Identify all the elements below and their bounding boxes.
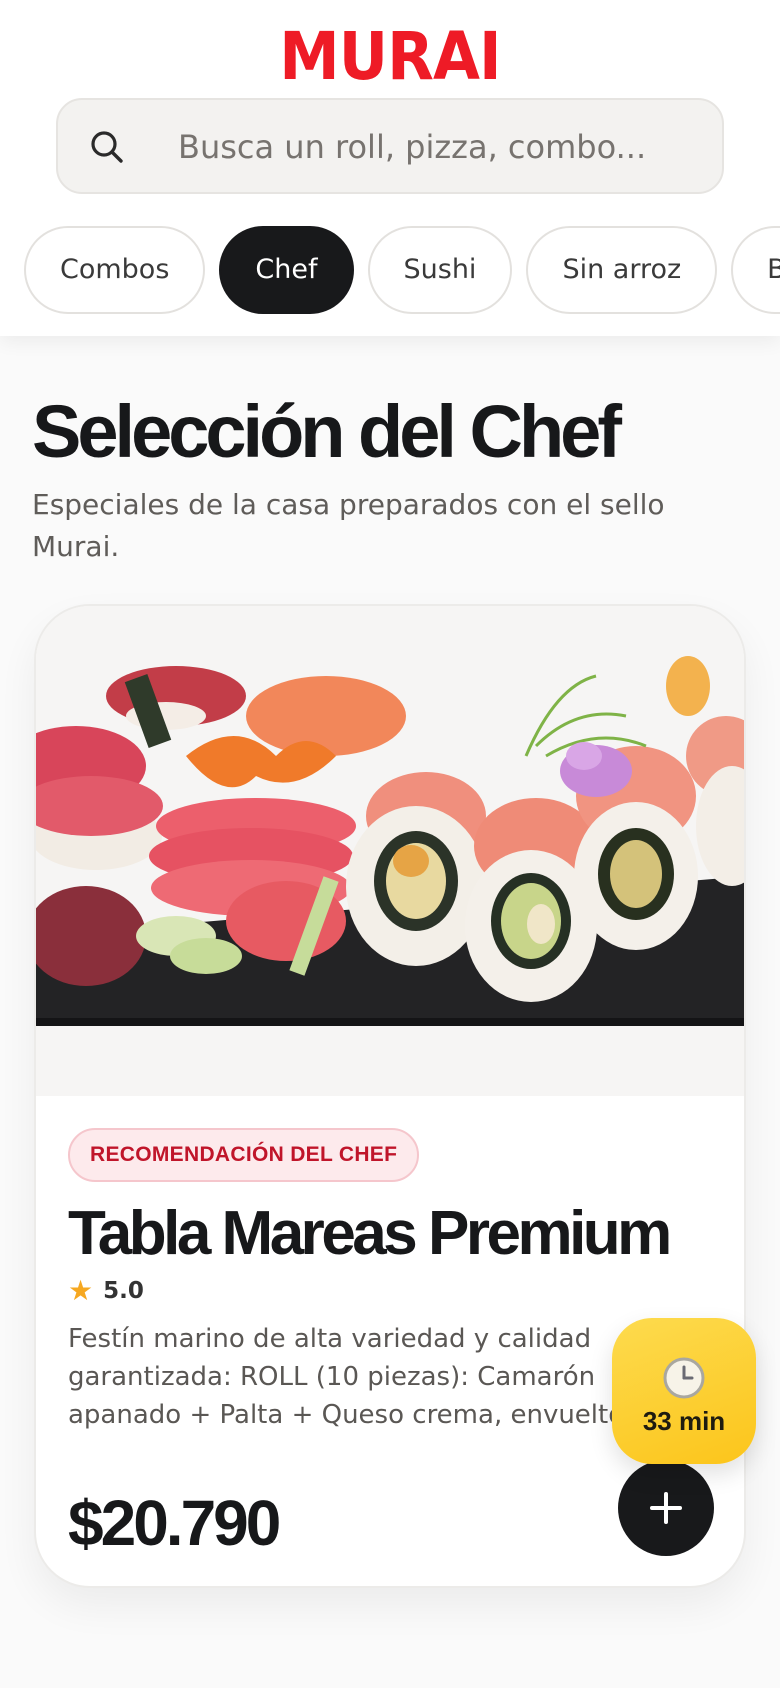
tab-sushi[interactable]: Sushi	[367, 226, 513, 314]
delivery-time-badge[interactable]: 33 min	[612, 1318, 756, 1464]
product-description: Festín marino de alta variedad y calidad…	[68, 1324, 625, 1430]
section-title: Selección del Chef	[32, 390, 622, 473]
clock-icon	[663, 1357, 705, 1399]
delivery-time: 33 min	[642, 1406, 726, 1436]
search-bar[interactable]	[56, 98, 724, 194]
add-to-cart-button[interactable]	[618, 1460, 714, 1556]
category-tabs: Combos Chef Sushi Sin arroz B	[24, 226, 780, 316]
star-icon: ★	[68, 1274, 94, 1307]
app-header: MURAI CombosChefSushiSin arrozB	[0, 0, 780, 336]
tab-sin-arroz[interactable]: Sin arroz	[526, 226, 718, 314]
product-image	[36, 606, 744, 1096]
search-input[interactable]	[178, 122, 698, 172]
product-title[interactable]: Tabla Mareas Premium	[68, 1198, 672, 1270]
product-rating: ★ 5.0	[68, 1274, 144, 1307]
chef-recommendation-badge: RECOMENDACIÓN DEL CHEF	[68, 1128, 420, 1182]
tab-combos[interactable]: Combos	[24, 226, 206, 314]
section-subtitle: Especiales de la casa preparados con el …	[32, 488, 665, 563]
brand-logo[interactable]: MURAI	[31, 22, 749, 92]
rating-value: 5.0	[103, 1277, 144, 1304]
product-price: $20.790	[68, 1487, 281, 1559]
tab-chef[interactable]: Chef	[219, 226, 354, 314]
plus-icon	[650, 1492, 682, 1524]
sushi-platter-illustration	[36, 606, 744, 1096]
tab-partial[interactable]: B	[731, 226, 780, 314]
search-icon	[91, 131, 123, 163]
